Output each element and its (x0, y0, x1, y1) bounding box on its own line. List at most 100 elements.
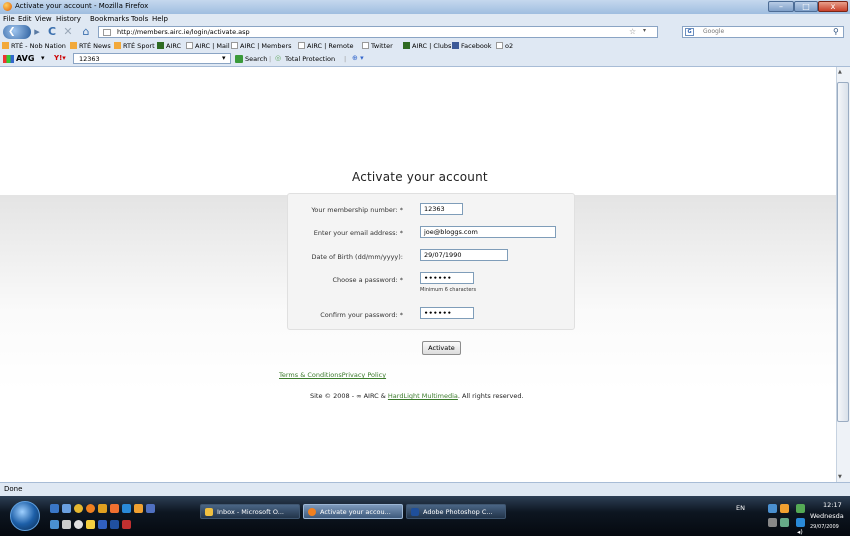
app-icon[interactable] (86, 520, 95, 529)
menu-help[interactable]: Help (152, 15, 168, 23)
bookmark-item[interactable]: AIRC | Mail (186, 42, 230, 50)
bookmark-item[interactable]: o2 (496, 42, 513, 50)
bookmark-item[interactable]: Facebook (452, 42, 492, 50)
avg-menu-dropdown-icon[interactable]: ▾ (41, 54, 45, 62)
folder-icon[interactable] (98, 504, 107, 513)
bookmark-item[interactable]: AIRC | Clubs (403, 42, 451, 50)
firefox-quicklaunch-icon[interactable] (86, 504, 95, 513)
membership-label: Your membership number: * (311, 206, 403, 214)
chevron-down-icon[interactable]: ▾ (222, 54, 226, 62)
bookmark-item[interactable]: RTÉ News (70, 42, 111, 50)
app-icon[interactable] (62, 520, 71, 529)
tray-app-icon[interactable] (796, 518, 805, 527)
star-icon[interactable]: ☆ (629, 27, 636, 36)
stop-button[interactable]: ✕ (62, 26, 74, 38)
app-icon[interactable] (134, 504, 143, 513)
hardlight-link[interactable]: HardLight Multimedia (388, 392, 458, 400)
bookmark-item[interactable]: AIRC | Members (231, 42, 292, 50)
status-bar: Done (0, 482, 850, 496)
bookmark-item[interactable]: Twitter (362, 42, 393, 50)
scrollbar-thumb[interactable] (837, 82, 849, 422)
password-input[interactable]: •••••• (420, 272, 474, 284)
menu-history[interactable]: History (56, 15, 81, 23)
membership-number-input[interactable]: 12363 (420, 203, 463, 215)
start-button[interactable] (10, 501, 40, 531)
google-icon[interactable]: G (685, 28, 694, 36)
terms-link[interactable]: Terms & Conditions (279, 371, 342, 379)
back-button[interactable]: ❮ (3, 25, 31, 39)
app-icon[interactable] (50, 520, 59, 529)
reload-button[interactable]: C (46, 26, 58, 38)
avg-search-value: 12363 (79, 55, 100, 63)
address-text: http://members.airc.ie/login/activate.as… (117, 28, 250, 36)
menu-file[interactable]: File (3, 15, 15, 23)
minimize-button[interactable]: – (768, 1, 794, 12)
search-go-icon (235, 55, 243, 63)
clock-date[interactable]: 29/07/2009 (810, 524, 839, 530)
volume-icon[interactable]: ◂) (797, 528, 803, 536)
page-icon (186, 42, 193, 49)
avg-search-input[interactable]: 12363 ▾ (73, 53, 231, 64)
search-magnifier-icon[interactable]: ⚲ (833, 27, 839, 36)
menu-tools[interactable]: Tools (131, 15, 148, 23)
menu-bookmarks[interactable]: Bookmarks (90, 15, 129, 23)
address-bar[interactable]: http://members.airc.ie/login/activate.as… (98, 26, 658, 38)
page-icon (362, 42, 369, 49)
switch-windows-icon[interactable] (62, 504, 71, 513)
footer-links: Terms & ConditionsPrivacy Policy (279, 371, 386, 379)
search-box[interactable]: G Google ⚲ (682, 26, 844, 38)
activate-button[interactable]: Activate (422, 341, 461, 355)
show-desktop-icon[interactable] (50, 504, 59, 513)
app-icon[interactable] (146, 504, 155, 513)
menu-edit[interactable]: Edit (18, 15, 32, 23)
maximize-button[interactable]: □ (794, 1, 818, 12)
total-protection-button[interactable]: Total Protection (285, 55, 335, 63)
bookmark-item[interactable]: RTÉ - Nob Nation (2, 42, 66, 50)
task-outlook[interactable]: Inbox - Microsoft O... (200, 504, 300, 519)
outlook-icon (205, 508, 213, 516)
media-icon[interactable] (110, 504, 119, 513)
tray-app-icon[interactable] (796, 504, 805, 513)
copyright-suffix: . All rights reserved. (457, 392, 524, 400)
bookmark-item[interactable]: AIRC | Remote (298, 42, 354, 50)
app-icon[interactable] (98, 520, 107, 529)
network-icon[interactable] (768, 504, 777, 513)
tray-app-icon[interactable] (780, 504, 789, 513)
bookmark-item[interactable]: AIRC (157, 42, 181, 50)
privacy-link[interactable]: Privacy Policy (342, 371, 386, 379)
app-icon[interactable] (122, 520, 131, 529)
menu-view[interactable]: View (35, 15, 52, 23)
app-icon[interactable] (122, 504, 131, 513)
facebook-icon (452, 42, 459, 49)
tray-app-icon[interactable] (780, 518, 789, 527)
password-label: Choose a password: * (332, 276, 403, 284)
firefox-icon (308, 508, 316, 516)
photoshop-icon (411, 508, 419, 516)
bookmark-item[interactable]: RTÉ Sport (114, 42, 155, 50)
close-button[interactable]: x (818, 1, 848, 12)
yahoo-icon[interactable]: Y!▾ (54, 54, 66, 62)
password-hint: Minimum 6 characters (420, 287, 477, 293)
status-text: Done (4, 485, 23, 493)
ie-icon[interactable] (74, 504, 83, 513)
url-dropdown-icon[interactable]: ▾ (643, 27, 646, 34)
tools-icon[interactable]: ⊕ ▾ (352, 54, 364, 62)
app-icon[interactable] (74, 520, 83, 529)
home-button[interactable]: ⌂ (80, 26, 92, 38)
bookmark-folder-icon (70, 42, 77, 49)
tray-app-icon[interactable] (768, 518, 777, 527)
email-input[interactable]: joe@bloggs.com (420, 226, 556, 238)
app-icon[interactable] (110, 520, 119, 529)
scroll-down-icon[interactable]: ▼ (838, 474, 842, 480)
confirm-password-input[interactable]: •••••• (420, 307, 474, 319)
dob-input[interactable]: 29/07/1990 (420, 249, 508, 261)
avg-search-button[interactable]: Search (245, 55, 267, 63)
task-firefox[interactable]: Activate your accou... (303, 504, 403, 519)
language-indicator[interactable]: EN (736, 504, 745, 512)
airc-icon (157, 42, 164, 49)
clock-day[interactable]: Wednesda (810, 512, 844, 520)
forward-dropdown-icon[interactable]: ▸ (32, 26, 42, 38)
task-photoshop[interactable]: Adobe Photoshop C... (406, 504, 506, 519)
clock-time[interactable]: 12:17 (823, 501, 842, 509)
scroll-up-icon[interactable]: ▲ (838, 69, 842, 75)
